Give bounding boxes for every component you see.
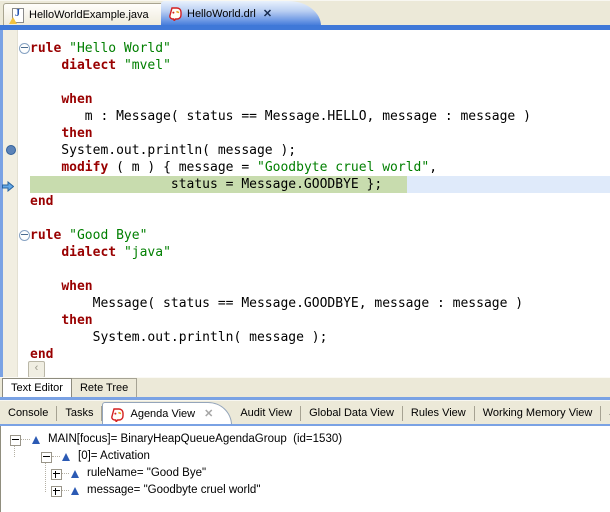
code-line[interactable]: m : Message( status == Message.HELLO, me… [0, 108, 610, 125]
tree-row-0[interactable]: [0]= Activation [1, 448, 610, 465]
code-line[interactable]: System.out.println( message ); [0, 329, 610, 346]
hscroll-left-button[interactable]: ‹ [28, 361, 45, 378]
tree-connector [62, 490, 69, 492]
view-tab-global-data-view[interactable]: Global Data View [301, 401, 402, 425]
debug-line-highlight-rest [407, 176, 610, 193]
editor-tab-label: HelloWorld.drl [187, 8, 256, 20]
collapse-toggle-icon[interactable] [19, 43, 30, 54]
tree-row-main-focus[interactable]: MAIN[focus]= BinaryHeapQueueAgendaGroup … [1, 431, 610, 448]
editor-tab-helloworld-drl[interactable]: HelloWorld.drl ✕ [161, 1, 321, 26]
tree-expander-plus-icon[interactable] [51, 486, 62, 497]
drl-editor: rule "Hello World" dialect "mvel" when m… [0, 30, 610, 377]
code-line[interactable] [0, 261, 610, 278]
page-tab-rete-tree[interactable]: Rete Tree [72, 378, 137, 398]
tree-node-icon [71, 470, 79, 478]
view-tab-bar: ConsoleTasks Agenda View ✕ Audit ViewGlobal… [0, 400, 610, 425]
code-line[interactable]: when [0, 91, 610, 108]
code-line[interactable]: dialect "mvel" [0, 57, 610, 74]
editor-page-tabs: Text EditorRete Tree [0, 377, 610, 398]
tree-row-label: ruleName= "Good Bye" [87, 465, 206, 482]
view-tab-console[interactable]: Console [0, 401, 56, 425]
agenda-view-icon [111, 407, 124, 421]
tree-connector [62, 473, 69, 475]
tree-row-label: message= "Goodbyte cruel world" [87, 482, 260, 499]
view-tab-agenda-view[interactable]: Agenda View ✕ [102, 402, 232, 426]
collapse-toggle-icon[interactable] [19, 230, 30, 241]
editor-tab-label: HelloWorldExample.java [29, 9, 149, 21]
code-line[interactable]: modify ( m ) { message = "Goodbyte cruel… [0, 159, 610, 176]
eclipse-window: J HelloWorldExample.java HelloWorld.drl … [0, 0, 610, 512]
page-tab-text-editor[interactable]: Text Editor [2, 378, 72, 398]
code-line[interactable]: dialect "java" [0, 244, 610, 261]
code-area[interactable]: rule "Hello World" dialect "mvel" when m… [0, 40, 610, 363]
code-line[interactable]: then [0, 125, 610, 142]
instruction-pointer-icon [2, 179, 14, 190]
java-file-warning-icon: J [10, 8, 24, 23]
drools-file-icon [169, 7, 182, 21]
code-line[interactable]: status = Message.GOODBYE }; [0, 176, 610, 193]
close-tab-icon[interactable]: ✕ [263, 7, 272, 20]
tree-connector [52, 456, 60, 458]
tree-row-label: MAIN[focus]= BinaryHeapQueueAgendaGroup … [48, 431, 342, 448]
code-line[interactable]: rule "Good Bye" [0, 227, 610, 244]
code-line[interactable] [0, 74, 610, 91]
code-line[interactable]: then [0, 312, 610, 329]
tree-expander-minus-icon[interactable] [10, 435, 21, 446]
tree-expander-plus-icon[interactable] [51, 469, 62, 480]
editor-tab-helloworldexample-java[interactable]: J HelloWorldExample.java [3, 3, 166, 26]
code-line[interactable]: end [0, 346, 610, 363]
view-tab-tasks[interactable]: Tasks [57, 401, 101, 425]
view-tab-label: Agenda View [130, 402, 195, 426]
tree-node-icon [32, 436, 40, 444]
agenda-view-tree: MAIN[focus]= BinaryHeapQueueAgendaGroup … [0, 426, 610, 512]
view-tab-rules-view[interactable]: Rules View [403, 401, 474, 425]
view-tab-junit[interactable]: JUnit [601, 401, 610, 425]
tree-expander-minus-icon[interactable] [41, 452, 52, 463]
tree-row-message[interactable]: message= "Goodbyte cruel world" [1, 482, 610, 499]
tree-connector [21, 439, 30, 441]
code-line[interactable]: rule "Hello World" [0, 40, 610, 57]
code-line[interactable]: System.out.println( message ); [0, 142, 610, 159]
tree-node-icon [71, 487, 79, 495]
breakpoint-icon[interactable] [6, 145, 16, 155]
tree-row-label: [0]= Activation [78, 448, 150, 465]
view-tab-audit-view[interactable]: Audit View [232, 401, 300, 425]
tree-row-rulename[interactable]: ruleName= "Good Bye" [1, 465, 610, 482]
code-line[interactable] [0, 210, 610, 227]
code-line[interactable]: when [0, 278, 610, 295]
editor-tab-bar: J HelloWorldExample.java HelloWorld.drl … [0, 0, 610, 26]
view-tab-working-memory-view[interactable]: Working Memory View [475, 401, 601, 425]
tree-node-icon [62, 453, 70, 461]
code-line[interactable]: Message( status == Message.GOODBYE, mess… [0, 295, 610, 312]
code-line[interactable]: end [0, 193, 610, 210]
close-view-icon[interactable]: ✕ [204, 402, 213, 426]
